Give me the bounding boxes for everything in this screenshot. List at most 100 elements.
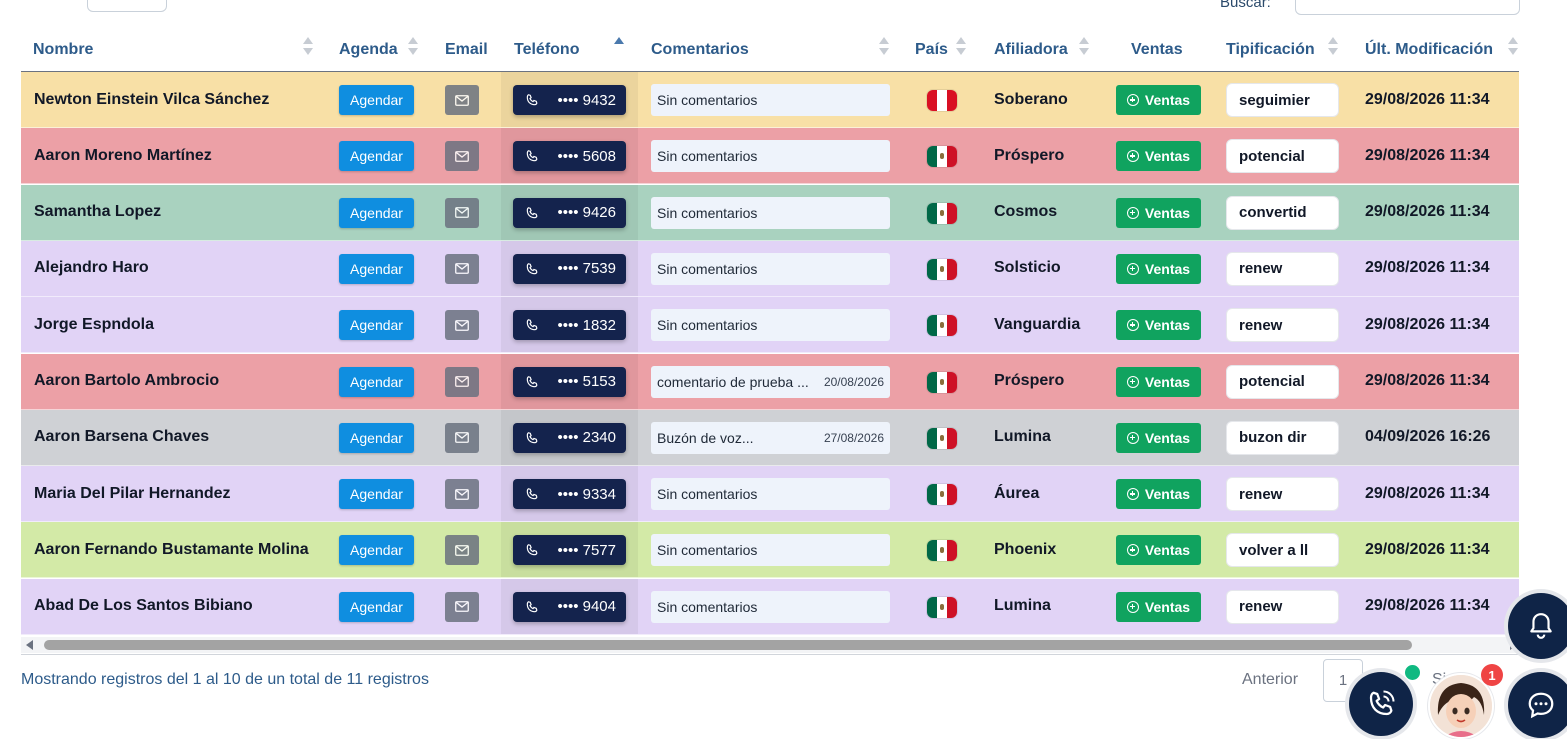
call-phone-button[interactable]: •••• 9334 [513,479,626,510]
contact-name[interactable]: Jorge Espndola [34,297,154,352]
comment-field[interactable]: Sin comentarios [651,478,890,511]
call-phone-button[interactable]: •••• 1832 [513,310,626,341]
comment-field[interactable]: Sin comentarios [651,196,890,229]
contact-name[interactable]: Aaron Fernando Bustamante Molina [34,522,309,577]
ventas-button[interactable]: Ventas [1116,310,1201,341]
agendar-button[interactable]: Agendar [339,479,414,510]
email-button[interactable] [445,422,479,453]
agendar-button[interactable]: Agendar [339,535,414,566]
email-button[interactable] [445,197,479,228]
tipificacion-select[interactable]: volver a ll [1226,533,1339,568]
call-phone-button[interactable]: •••• 9404 [513,591,626,622]
ventas-button[interactable]: Ventas [1116,253,1201,284]
agendar-button[interactable]: Agendar [339,85,414,115]
sort-agenda-icon[interactable] [408,37,418,59]
email-button[interactable] [445,85,479,115]
contact-name[interactable]: Alejandro Haro [34,241,149,296]
comment-field[interactable]: Sin comentarios [651,534,890,567]
last-modified-date: 29/08/2026 11:34 [1365,372,1490,389]
header-pais[interactable]: País [915,28,948,72]
ventas-button[interactable]: Ventas [1116,535,1201,566]
tipificacion-select[interactable]: potencial [1226,364,1339,399]
header-tipificacion[interactable]: Tipificación [1226,28,1315,72]
softphone-button[interactable] [1349,672,1413,736]
email-button[interactable] [445,141,479,172]
mexico-flag-icon [927,146,957,168]
agendar-button[interactable]: Agendar [339,366,414,397]
call-phone-button[interactable]: •••• 7539 [513,253,626,284]
tipificacion-select[interactable]: renew [1226,589,1339,624]
comment-text: Sin comentarios [657,92,758,108]
header-comentarios[interactable]: Comentarios [651,28,749,72]
comment-field[interactable]: Sin comentarios [651,309,890,342]
tipificacion-select[interactable]: buzon dir [1226,420,1339,455]
comment-field[interactable]: Sin comentarios [651,84,890,116]
header-ult-modificacion[interactable]: Últ. Modificación [1365,28,1493,72]
header-afiliadora[interactable]: Afiliadora [994,28,1068,72]
tipificacion-select[interactable]: potencial [1226,139,1339,174]
contact-name[interactable]: Abad De Los Santos Bibiano [34,579,253,634]
email-button[interactable] [445,253,479,284]
contact-name[interactable]: Samantha Lopez [34,185,161,240]
agendar-button[interactable]: Agendar [339,197,414,228]
tipificacion-select[interactable]: renew [1226,477,1339,512]
call-phone-button[interactable]: •••• 2340 [513,422,626,453]
comment-field[interactable]: comentario de prueba ... 20/08/2026 [651,365,890,398]
tipificacion-select[interactable]: seguimier [1226,83,1339,117]
sort-nombre-icon[interactable] [303,37,313,59]
comment-field[interactable]: Sin comentarios [651,590,890,623]
call-phone-button[interactable]: •••• 5608 [513,141,626,172]
sort-ult-modificacion-icon[interactable] [1508,37,1518,59]
contact-name[interactable]: Aaron Bartolo Ambrocio [34,354,219,409]
header-agenda[interactable]: Agenda [339,28,398,72]
email-button[interactable] [445,535,479,566]
sort-pais-icon[interactable] [956,37,966,59]
comment-field[interactable]: Buzón de voz... 27/08/2026 [651,421,890,454]
email-button[interactable] [445,366,479,397]
call-phone-button[interactable]: •••• 5153 [513,366,626,397]
comment-field[interactable]: Sin comentarios [651,140,890,173]
ventas-button[interactable]: Ventas [1116,422,1201,453]
sort-tipificacion-icon[interactable] [1328,37,1338,59]
tipificacion-select[interactable]: renew [1226,251,1339,286]
sort-telefono-icon[interactable] [614,37,624,59]
email-button[interactable] [445,591,479,622]
ventas-button[interactable]: Ventas [1116,197,1201,228]
page-length-select[interactable] [87,0,167,12]
ventas-button[interactable]: Ventas [1116,85,1201,115]
tipificacion-select[interactable]: renew [1226,308,1339,343]
ventas-button[interactable]: Ventas [1116,591,1201,622]
call-phone-button[interactable]: •••• 9426 [513,197,626,228]
contact-name[interactable]: Maria Del Pilar Hernandez [34,466,231,521]
sort-comentarios-icon[interactable] [879,37,889,59]
scroll-left-icon[interactable] [26,640,33,650]
tipificacion-select[interactable]: convertid [1226,195,1339,230]
header-nombre[interactable]: Nombre [33,28,93,72]
ventas-button[interactable]: Ventas [1116,366,1201,397]
email-button[interactable] [445,479,479,510]
contact-name[interactable]: Newton Einstein Vilca Sánchez [34,72,269,127]
agendar-button[interactable]: Agendar [339,310,414,341]
header-email[interactable]: Email [445,28,488,72]
contact-name[interactable]: Aaron Barsena Chaves [34,410,209,465]
contact-name[interactable]: Aaron Moreno Martínez [34,128,212,183]
agendar-button[interactable]: Agendar [339,253,414,284]
pagination-previous[interactable]: Anterior [1242,671,1298,689]
call-phone-button[interactable]: •••• 7577 [513,535,626,566]
ventas-button[interactable]: Ventas [1116,141,1201,172]
sort-afiliadora-icon[interactable] [1079,37,1089,59]
agendar-button[interactable]: Agendar [339,591,414,622]
search-input[interactable] [1295,0,1520,15]
agendar-button[interactable]: Agendar [339,422,414,453]
table-row: Jorge Espndola Agendar •••• 1832 Sin coment… [21,297,1519,354]
scrollbar-thumb[interactable] [44,640,1412,650]
email-button[interactable] [445,310,479,341]
notifications-button[interactable] [1508,593,1567,659]
horizontal-scrollbar[interactable] [21,637,1519,653]
comment-field[interactable]: Sin comentarios [651,252,890,285]
chat-button[interactable] [1508,672,1567,738]
ventas-button[interactable]: Ventas [1116,479,1201,510]
agendar-button[interactable]: Agendar [339,141,414,172]
call-phone-button[interactable]: •••• 9432 [513,85,626,115]
header-telefono[interactable]: Teléfono [514,28,579,72]
